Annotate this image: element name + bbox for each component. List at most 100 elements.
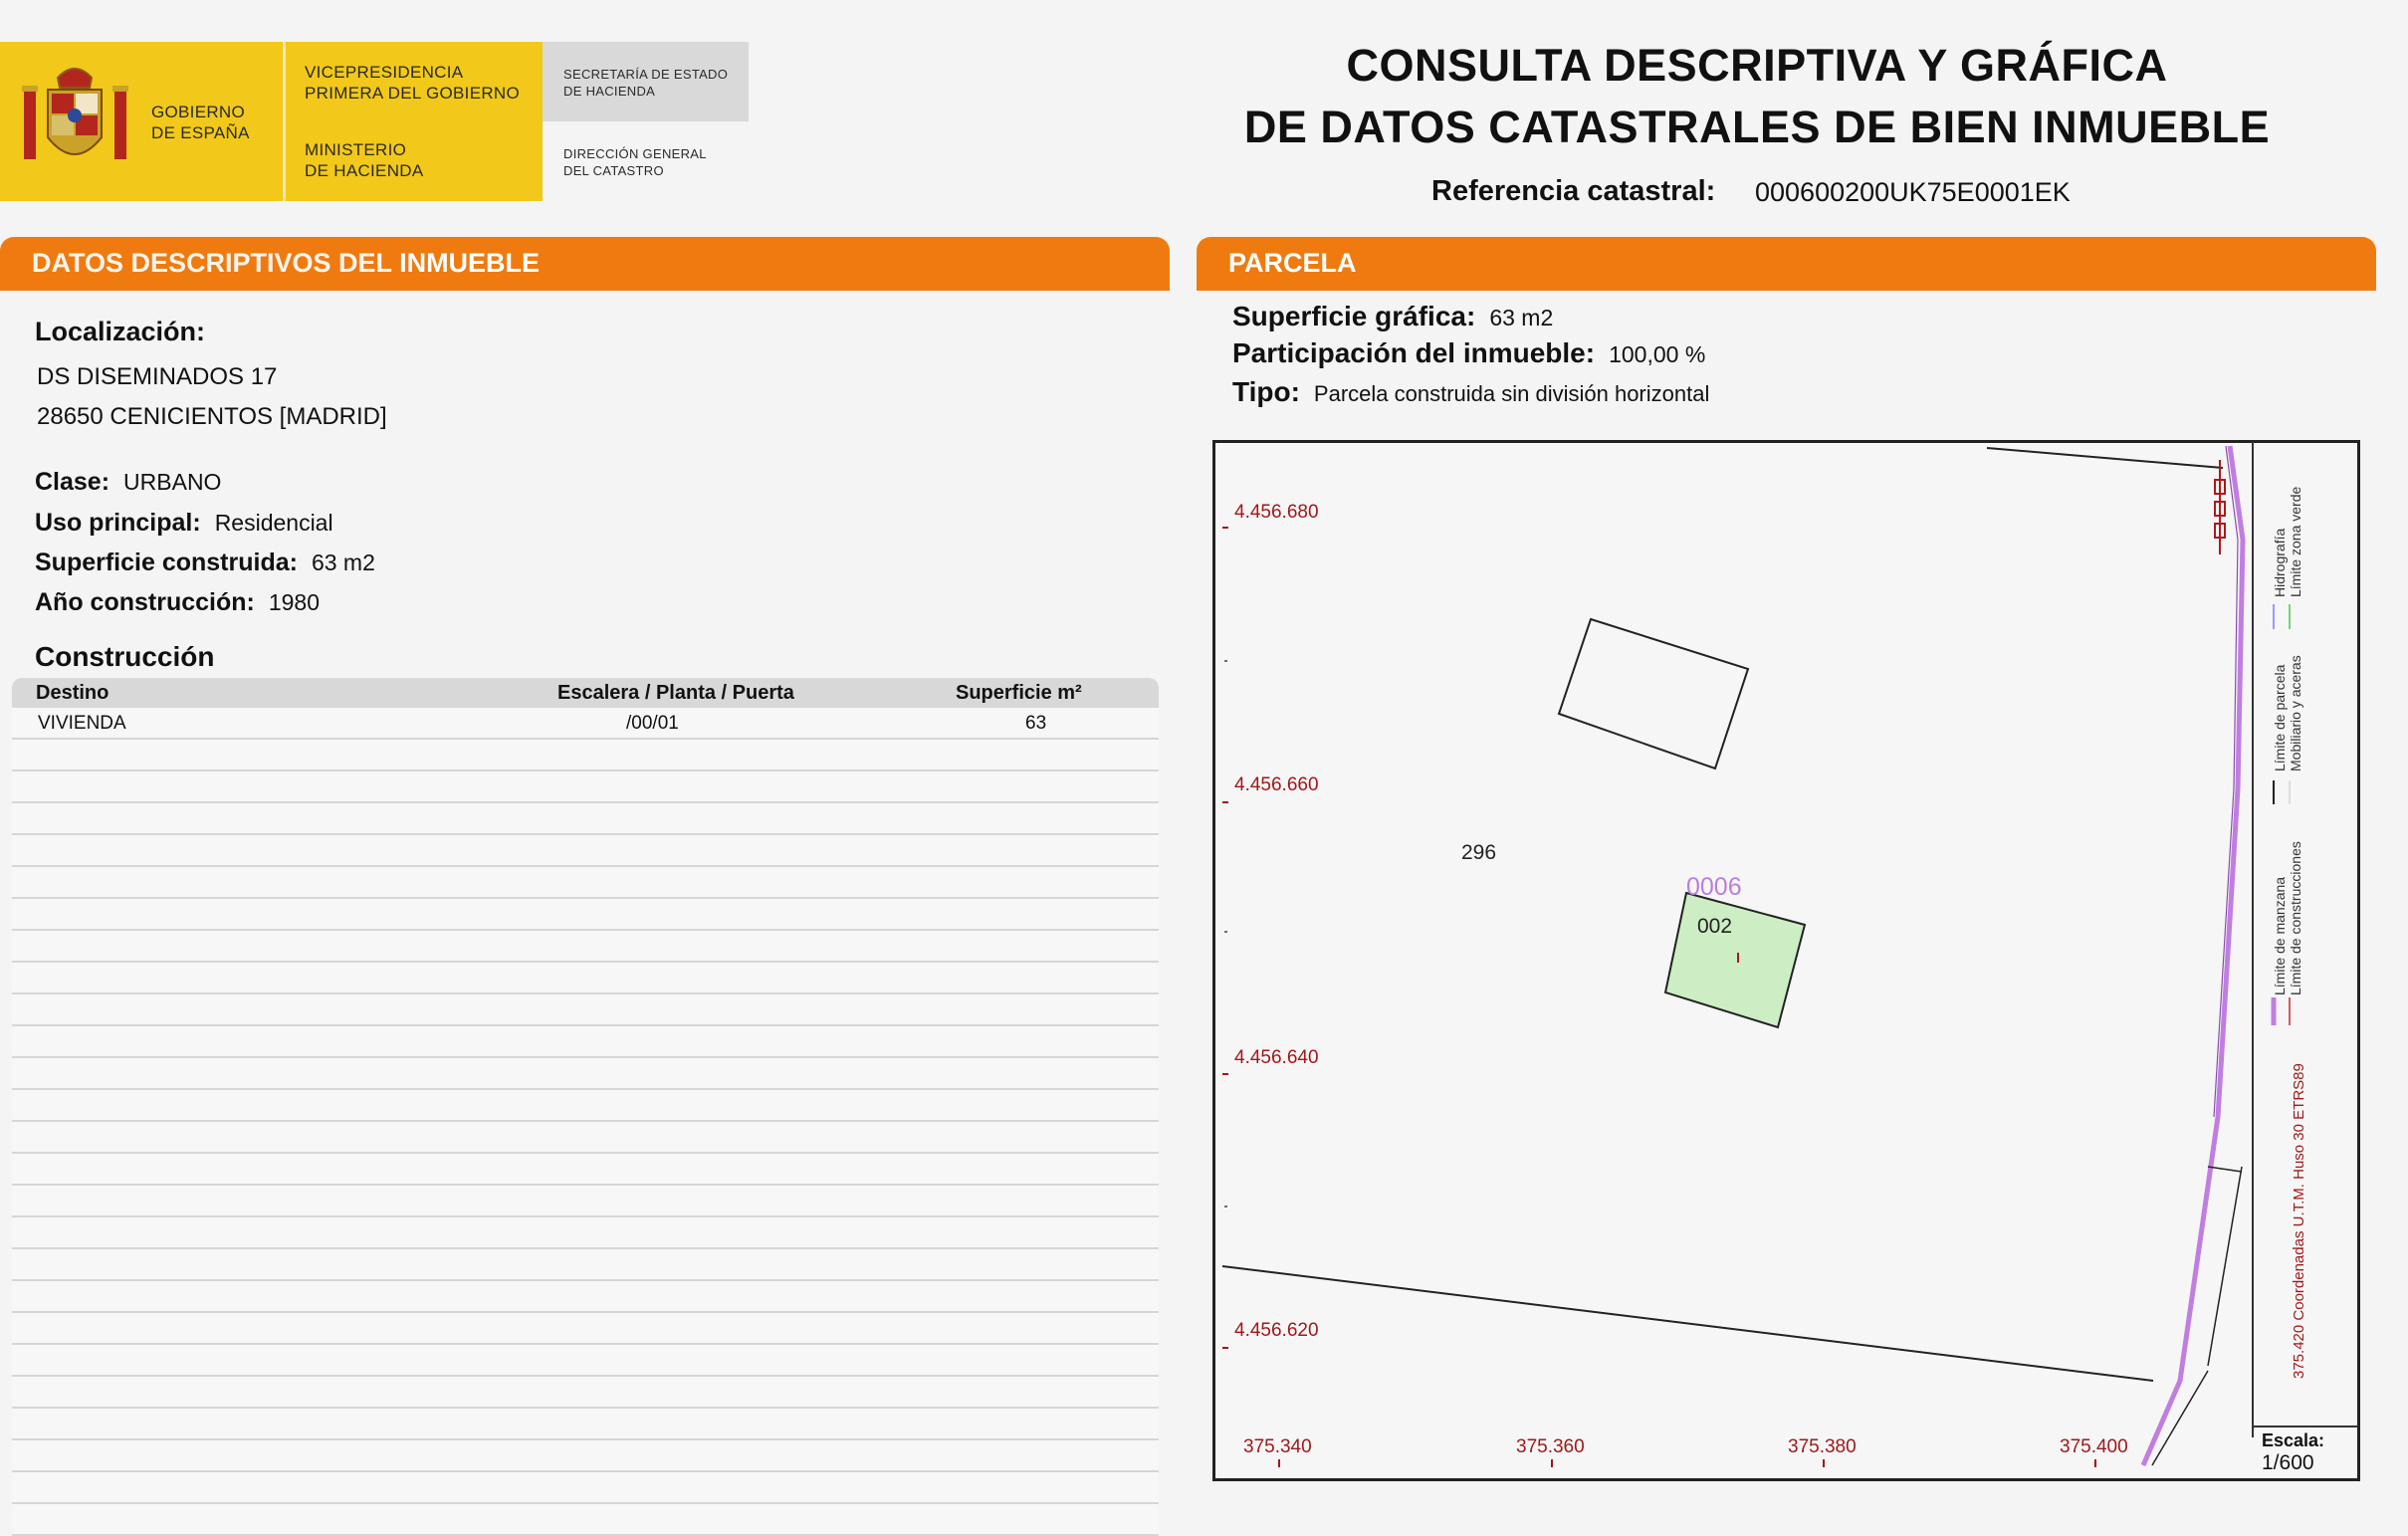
banner-divider <box>283 42 286 201</box>
construccion-table: Destino Escalera / Planta / Puerta Super… <box>12 678 1159 1536</box>
legend-parcela: Límite de parcela <box>2272 664 2288 771</box>
empty-table-row <box>12 771 1159 803</box>
empty-table-row <box>12 1472 1159 1504</box>
empty-table-row <box>12 1090 1159 1122</box>
participacion-row: Participación del inmueble: 100,00 % <box>1232 337 1705 369</box>
empty-table-row <box>12 867 1159 899</box>
col-escalera: Escalera / Planta / Puerta <box>557 682 794 704</box>
empty-table-row <box>12 963 1159 994</box>
legend-zona-verde: Límite zona verde <box>2288 486 2303 597</box>
empty-table-row <box>12 1377 1159 1409</box>
ministerio-text: MINISTERIO DE HACIENDA <box>305 140 424 180</box>
empty-table-row <box>12 1026 1159 1058</box>
construccion-label: Construcción <box>35 641 215 672</box>
address-line1: DS DISEMINADOS 17 <box>37 363 278 390</box>
clase-value: URBANO <box>123 469 222 495</box>
empty-table-row <box>12 899 1159 931</box>
parcel-boundary-line <box>1986 447 2224 469</box>
superficie-grafica-row: Superficie gráfica: 63 m2 <box>1232 301 1553 332</box>
y-label-2: 4.456.660 <box>1234 774 1319 795</box>
x-label-1: 375.340 <box>1243 1436 1312 1457</box>
table-row: VIVIENDA /00/01 63 <box>12 708 1159 740</box>
tipo-value: Parcela construida sin división horizont… <box>1313 381 1710 406</box>
y-label-3: 4.456.640 <box>1234 1047 1319 1068</box>
empty-table-row <box>12 1217 1159 1249</box>
empty-table-row <box>12 1504 1159 1536</box>
coat-of-arms-icon <box>22 68 128 159</box>
superficie-grafica-value: 63 m2 <box>1489 305 1554 330</box>
map-drawing <box>1221 445 2291 1467</box>
x-label-4: 375.400 <box>2060 1436 2128 1457</box>
manzana-boundary-line <box>1221 1265 2154 1382</box>
highlighted-parcel <box>1663 891 1807 1029</box>
empty-table-row <box>12 1345 1159 1377</box>
empty-table-row <box>12 1440 1159 1472</box>
uso-row: Uso principal: Residencial <box>35 509 333 538</box>
coords-note: 375.420 Coordenadas U.T.M. Huso 30 ETRS8… <box>2291 1063 2307 1379</box>
uso-label: Uso principal: <box>35 509 201 537</box>
vicepresidencia-text: VICEPRESIDENCIA PRIMERA DEL GOBIERNO <box>305 63 521 103</box>
cell-superficie: 63 <box>1025 713 1047 734</box>
col-destino: Destino <box>36 682 109 704</box>
refcat-label: Referencia catastral: <box>1431 175 1716 207</box>
empty-table-row <box>12 1313 1159 1345</box>
empty-rows <box>12 740 1159 1536</box>
parcel-number-296: 296 <box>1461 841 1497 864</box>
y-label-1: 4.456.680 <box>1234 502 1319 523</box>
secretaria-text: SECRETARÍA DE ESTADO DE HACIENDA <box>563 67 729 99</box>
datos-descriptivos-header: DATOS DESCRIPTIVOS DEL INMUEBLE <box>0 237 1170 291</box>
legend-mobiliario: Mobiliario y aceras <box>2288 655 2303 771</box>
empty-table-row <box>12 1186 1159 1217</box>
address-line2: 28650 CENICIENTOS [MADRID] <box>37 403 387 430</box>
x-label-2: 375.360 <box>1516 1436 1585 1457</box>
refcat-value: 000600200UK75E0001EK <box>1755 177 2071 207</box>
localizacion-label: Localización: <box>35 317 206 346</box>
building-outline <box>1557 617 1750 770</box>
legend-manzana: Límite de manzana <box>2272 876 2288 995</box>
page-title-line1: CONSULTA DESCRIPTIVA Y GRÁFICA <box>1346 40 2168 91</box>
empty-table-row <box>12 1154 1159 1186</box>
superficie-value: 63 m2 <box>311 549 375 575</box>
page-title-line2: DE DATOS CATASTRALES DE BIEN INMUEBLE <box>1243 102 2271 152</box>
parcel-number-0006: 0006 <box>1686 873 1742 901</box>
gobierno-espana-text: GOBIERNO DE ESPAÑA <box>151 103 250 142</box>
table-header: Destino Escalera / Planta / Puerta Super… <box>12 678 1159 708</box>
superficie-row: Superficie construida: 63 m2 <box>35 549 375 577</box>
participacion-label: Participación del inmueble: <box>1232 337 1596 368</box>
empty-table-row <box>12 1058 1159 1090</box>
clase-row: Clase: URBANO <box>35 468 221 497</box>
hidrografia-line <box>2140 445 2246 1466</box>
empty-table-row <box>12 1281 1159 1313</box>
scale-value: 1/600 <box>2262 1451 2314 1474</box>
empty-table-row <box>12 1122 1159 1154</box>
legend-separator <box>2252 442 2254 1437</box>
scale-label: Escala: <box>2262 1430 2325 1450</box>
uso-value: Residencial <box>214 510 333 536</box>
superficie-label: Superficie construida: <box>35 549 298 576</box>
direccion-general-text: DIRECCIÓN GENERAL DEL CATASTRO <box>563 146 707 178</box>
empty-table-row <box>12 931 1159 963</box>
clase-label: Clase: <box>35 468 110 496</box>
red-marker-icon <box>2214 460 2226 554</box>
tipo-row: Tipo: Parcela construida sin división ho… <box>1232 376 1709 408</box>
legend-hidrografia: Hidrografía <box>2272 528 2288 597</box>
empty-table-row <box>12 1409 1159 1440</box>
cell-destino: VIVIENDA <box>38 713 126 734</box>
y-label-4: 4.456.620 <box>1234 1320 1319 1341</box>
tipo-label: Tipo: <box>1232 376 1300 407</box>
empty-table-row <box>12 835 1159 867</box>
parcela-header: PARCELA <box>1197 237 2376 291</box>
parcel-number-002: 002 <box>1697 915 1733 938</box>
superficie-grafica-label: Superficie gráfica: <box>1232 301 1476 331</box>
anio-label: Año construcción: <box>35 588 255 616</box>
cell-escalera: /00/01 <box>626 713 679 734</box>
col-superficie: Superficie m² <box>956 682 1082 704</box>
empty-table-row <box>12 803 1159 835</box>
empty-table-row <box>12 994 1159 1026</box>
empty-table-row <box>12 1249 1159 1281</box>
participacion-value: 100,00 % <box>1609 341 1706 367</box>
legend-construcciones: Límite de construcciones <box>2288 841 2303 995</box>
empty-table-row <box>12 740 1159 771</box>
anio-value: 1980 <box>268 589 321 615</box>
x-label-3: 375.380 <box>1788 1436 1857 1457</box>
